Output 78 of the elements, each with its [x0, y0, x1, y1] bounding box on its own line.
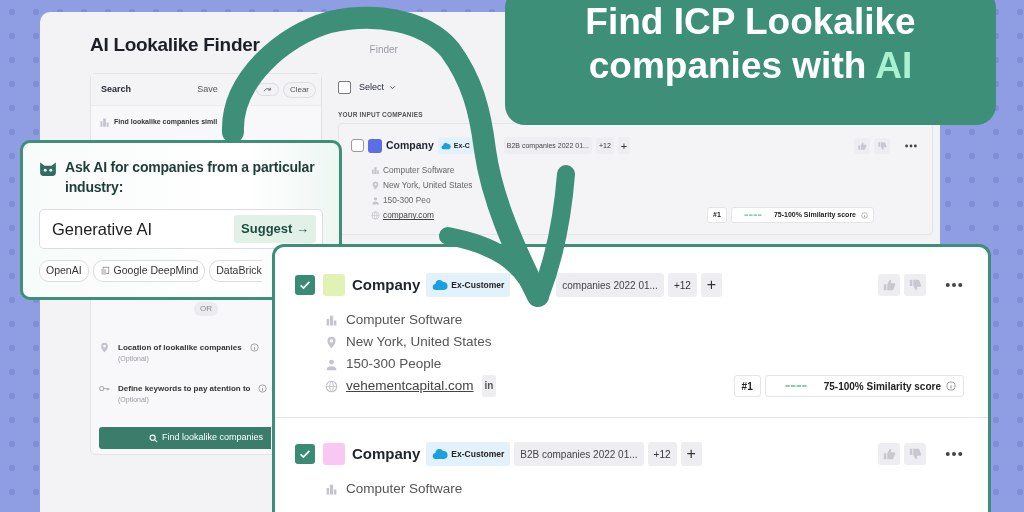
globe-icon: [325, 379, 338, 393]
thumbs-up-button[interactable]: [854, 137, 870, 154]
location-pin-icon: [325, 335, 338, 349]
crm-tag[interactable]: Ex-Customer: [426, 273, 511, 297]
linkedin-link[interactable]: in: [481, 375, 497, 397]
thumbs-down-button[interactable]: [904, 443, 926, 465]
thumbs-down-icon: [908, 278, 922, 292]
location-pin-icon: [99, 342, 110, 353]
help-icon: [946, 381, 956, 391]
checkbox[interactable]: [351, 139, 364, 153]
field-label: Location of lookalike companies: [118, 342, 242, 354]
company-chip[interactable]: DataBrick: [209, 260, 262, 282]
thumbs-up-icon: [857, 140, 867, 151]
add-tag-button[interactable]: +: [617, 137, 631, 155]
thumbs-up-icon: [882, 278, 896, 292]
thumbs-down-button[interactable]: [874, 137, 890, 154]
ai-prompt: Ask AI for companies from a particular industry:: [65, 158, 316, 197]
cloud-icon: [440, 140, 451, 151]
detail-text: Computer Software: [346, 311, 463, 329]
save-button[interactable]: Save: [197, 82, 218, 97]
crm-tag[interactable]: Ex-Customer: [426, 442, 511, 466]
add-tag-button[interactable]: +: [680, 442, 702, 466]
similarity-score: 75-100% Similarity score: [764, 375, 964, 397]
copy-icon: [99, 265, 110, 276]
building-icon: [99, 117, 110, 128]
rank-badge: #1: [733, 375, 761, 397]
company-chip[interactable]: OpenAI: [39, 260, 89, 282]
company-chip[interactable]: Google DeepMind: [92, 260, 206, 282]
more-tags-count[interactable]: +12: [667, 273, 697, 297]
thumbs-down-icon: [877, 140, 887, 151]
info-icon: [258, 383, 268, 393]
list-tag[interactable]: B2B companies 2022 01...: [514, 442, 644, 466]
detail-text: 150-300 People: [346, 355, 442, 373]
building-icon: [325, 482, 338, 496]
or-divider: OR: [194, 302, 218, 316]
find-button[interactable]: Find lookalike companies: [99, 427, 271, 449]
industry-input-field[interactable]: Generative AI Suggest →: [39, 209, 323, 249]
thumbs-down-icon: [908, 447, 922, 461]
building-icon: [371, 166, 380, 176]
thumbs-up-button[interactable]: [878, 274, 900, 296]
redo-button[interactable]: [255, 83, 279, 96]
building-icon: [325, 313, 338, 327]
location-pin-icon: [371, 181, 380, 191]
detail-text: New York, United States: [346, 333, 492, 351]
field-label: Define keywords to pay atention to: [118, 382, 251, 395]
company-name[interactable]: Company: [386, 137, 434, 154]
list-tag[interactable]: companies 2022 01...: [556, 273, 664, 297]
checkbox[interactable]: [295, 275, 315, 295]
headline: Find ICP Lookalike companies with AI: [505, 0, 996, 125]
company-name[interactable]: Company: [352, 273, 421, 297]
website-link[interactable]: company.com: [383, 208, 435, 224]
company-name[interactable]: Company: [352, 442, 421, 466]
redo-icon: [262, 85, 272, 94]
detail-text: New York, United States: [383, 179, 473, 193]
detail-text: 150-300 Peo: [383, 194, 431, 208]
panel-title: Search: [101, 82, 132, 96]
detail-text: Computer Software: [346, 480, 463, 498]
thumbs-up-icon: [882, 447, 896, 461]
detail-text: Computer Software: [383, 164, 455, 178]
thumbs-up-button[interactable]: [878, 443, 900, 465]
search-icon: [148, 433, 158, 443]
cloud-icon: [432, 446, 449, 462]
select-all-checkbox[interactable]: [338, 81, 351, 95]
cloud-icon: [432, 277, 449, 293]
person-icon: [325, 357, 338, 371]
clear-button[interactable]: Clear: [282, 81, 316, 98]
page-title: AI Lookalike Finder: [90, 34, 260, 57]
thumbs-down-button[interactable]: [904, 274, 926, 296]
globe-icon: [371, 211, 380, 221]
help-icon: [861, 211, 868, 219]
select-dropdown[interactable]: Select: [359, 81, 397, 95]
suggest-button[interactable]: Suggest →: [234, 215, 316, 243]
add-tag-button[interactable]: +: [700, 273, 723, 297]
more-tags-count[interactable]: +12: [647, 442, 677, 466]
checkbox[interactable]: [295, 444, 315, 464]
website-link[interactable]: vehementcapital.com: [346, 375, 474, 397]
info-icon: [249, 343, 259, 352]
person-icon: [371, 196, 380, 206]
